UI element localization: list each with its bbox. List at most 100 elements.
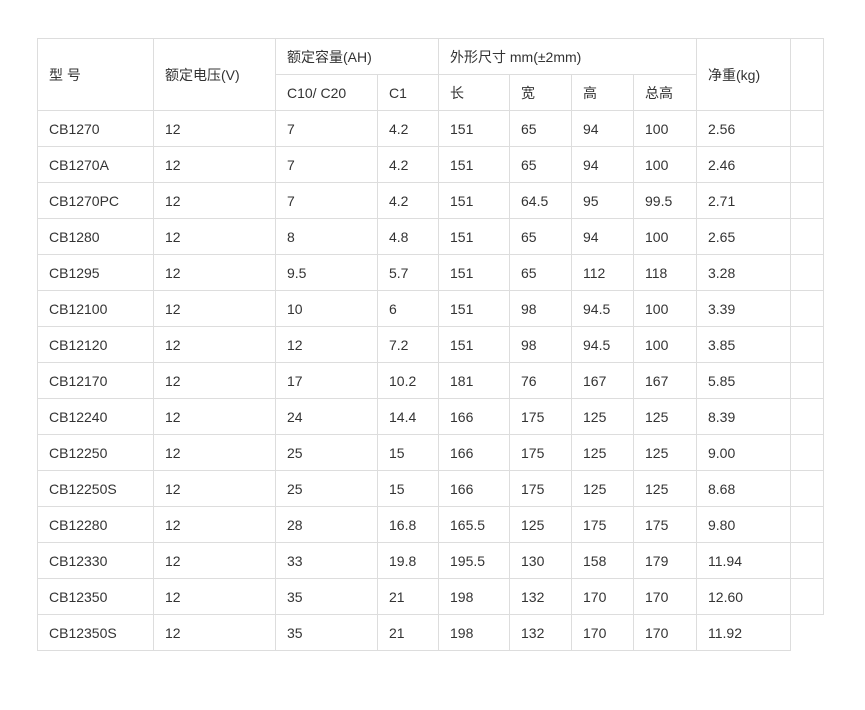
cell-voltage: 12	[153, 182, 276, 219]
header-width: 宽	[509, 74, 572, 111]
cell-length: 165.5	[438, 506, 510, 543]
cell-total-height: 125	[633, 398, 697, 435]
cell-total-height: 167	[633, 362, 697, 399]
header-row-1: 型 号 额定电压(V) 额定容量(AH) 外形尺寸 mm(±2mm) 净重(kg…	[37, 38, 824, 111]
cell-capacity-c1: 19.8	[377, 542, 439, 579]
cell-voltage: 12	[153, 470, 276, 507]
cell-extra	[790, 506, 824, 543]
cell-capacity-c10: 7	[275, 110, 378, 147]
cell-weight: 8.39	[696, 398, 791, 435]
cell-weight: 2.65	[696, 218, 791, 255]
cell-width: 65	[509, 254, 572, 291]
cell-capacity-c1: 21	[377, 614, 439, 651]
table-row: CB12280 12 28 16.8 165.5 125 175 175 9.80	[37, 506, 824, 543]
cell-total-height: 170	[633, 578, 697, 615]
cell-total-height: 125	[633, 470, 697, 507]
cell-voltage: 12	[153, 146, 276, 183]
cell-length: 151	[438, 254, 510, 291]
cell-height: 94	[571, 218, 634, 255]
table-row: CB12350 12 35 21 198 132 170 170 12.60	[37, 578, 824, 615]
cell-width: 64.5	[509, 182, 572, 219]
cell-capacity-c1: 15	[377, 470, 439, 507]
cell-voltage: 12	[153, 506, 276, 543]
cell-extra	[790, 470, 824, 507]
cell-voltage: 12	[153, 254, 276, 291]
cell-width: 132	[509, 614, 572, 651]
cell-extra	[790, 542, 824, 579]
cell-voltage: 12	[153, 434, 276, 471]
cell-model: CB12350S	[37, 614, 154, 651]
cell-model: CB12170	[37, 362, 154, 399]
cell-total-height: 118	[633, 254, 697, 291]
cell-capacity-c10: 7	[275, 182, 378, 219]
cell-capacity-c1: 14.4	[377, 398, 439, 435]
cell-length: 151	[438, 110, 510, 147]
cell-extra	[790, 362, 824, 399]
header-capacity-c1: C1	[377, 74, 439, 111]
cell-height: 170	[571, 578, 634, 615]
cell-width: 132	[509, 578, 572, 615]
cell-length: 198	[438, 578, 510, 615]
header-dimensions: 外形尺寸 mm(±2mm)	[438, 38, 697, 75]
cell-model: CB1295	[37, 254, 154, 291]
cell-total-height: 100	[633, 326, 697, 363]
table-row: CB12170 12 17 10.2 181 76 167 167 5.85	[37, 362, 824, 399]
cell-height: 158	[571, 542, 634, 579]
cell-height: 125	[571, 398, 634, 435]
header-capacity: 额定容量(AH)	[275, 38, 439, 75]
cell-capacity-c1: 4.2	[377, 110, 439, 147]
cell-extra	[790, 326, 824, 363]
cell-total-height: 99.5	[633, 182, 697, 219]
cell-weight: 8.68	[696, 470, 791, 507]
cell-voltage: 12	[153, 326, 276, 363]
header-total-height: 总高	[633, 74, 697, 111]
cell-height: 95	[571, 182, 634, 219]
cell-width: 98	[509, 290, 572, 327]
cell-height: 94.5	[571, 290, 634, 327]
cell-length: 181	[438, 362, 510, 399]
cell-capacity-c10: 33	[275, 542, 378, 579]
cell-voltage: 12	[153, 542, 276, 579]
cell-model: CB1270	[37, 110, 154, 147]
table-row: CB12350S 12 35 21 198 132 170 170 11.92	[37, 614, 824, 651]
battery-spec-table: 型 号 额定电压(V) 额定容量(AH) 外形尺寸 mm(±2mm) 净重(kg…	[37, 38, 824, 651]
header-capacity-c10: C10/ C20	[275, 74, 378, 111]
cell-length: 151	[438, 182, 510, 219]
cell-model: CB12250S	[37, 470, 154, 507]
cell-extra	[790, 290, 824, 327]
table-row: CB1270PC 12 7 4.2 151 64.5 95 99.5 2.71	[37, 182, 824, 219]
cell-length: 151	[438, 326, 510, 363]
cell-total-height: 100	[633, 218, 697, 255]
cell-voltage: 12	[153, 218, 276, 255]
cell-capacity-c10: 35	[275, 614, 378, 651]
table-row: CB1270A 12 7 4.2 151 65 94 100 2.46	[37, 146, 824, 183]
cell-total-height: 179	[633, 542, 697, 579]
cell-capacity-c10: 25	[275, 470, 378, 507]
cell-total-height: 100	[633, 290, 697, 327]
cell-width: 65	[509, 146, 572, 183]
cell-capacity-c1: 4.2	[377, 182, 439, 219]
cell-width: 125	[509, 506, 572, 543]
cell-length: 198	[438, 614, 510, 651]
cell-height: 167	[571, 362, 634, 399]
table-row: CB12250S 12 25 15 166 175 125 125 8.68	[37, 470, 824, 507]
cell-width: 175	[509, 470, 572, 507]
cell-total-height: 175	[633, 506, 697, 543]
cell-total-height: 100	[633, 110, 697, 147]
cell-capacity-c10: 12	[275, 326, 378, 363]
cell-length: 195.5	[438, 542, 510, 579]
header-weight: 净重(kg)	[696, 38, 791, 111]
cell-extra	[790, 614, 824, 651]
table-row: CB12330 12 33 19.8 195.5 130 158 179 11.94	[37, 542, 824, 579]
cell-weight: 2.56	[696, 110, 791, 147]
cell-capacity-c10: 9.5	[275, 254, 378, 291]
cell-height: 94.5	[571, 326, 634, 363]
cell-voltage: 12	[153, 362, 276, 399]
cell-extra	[790, 218, 824, 255]
cell-capacity-c10: 24	[275, 398, 378, 435]
cell-length: 166	[438, 398, 510, 435]
cell-model: CB12100	[37, 290, 154, 327]
cell-weight: 5.85	[696, 362, 791, 399]
cell-capacity-c1: 10.2	[377, 362, 439, 399]
cell-weight: 3.28	[696, 254, 791, 291]
